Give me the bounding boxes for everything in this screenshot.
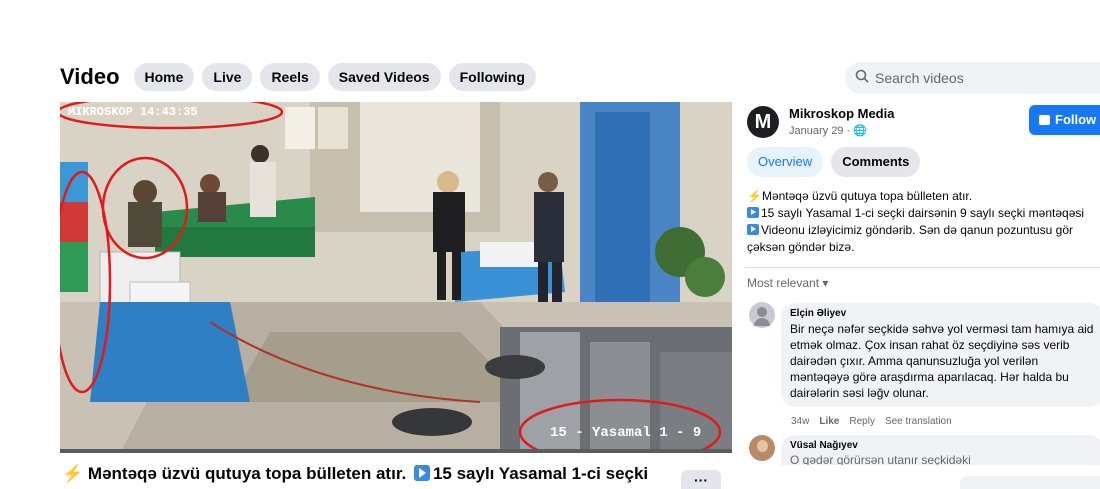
comment-author[interactable]: Vüsal Nağıyev <box>790 440 1094 451</box>
video-timestamp-overlay: MIKROSKOP 14:43:35 <box>68 105 198 119</box>
tab-comments[interactable]: Comments <box>831 147 921 177</box>
comment-text: Bir neçə nəfər seçkidə səhvə yol verməsi… <box>790 322 1094 400</box>
like-button[interactable]: Like <box>819 416 839 427</box>
top-bar <box>0 0 1100 60</box>
play-emoji-icon <box>413 465 430 481</box>
avatar[interactable] <box>749 302 775 328</box>
comment-sort-dropdown[interactable]: Most relevant ▾ <box>747 276 828 290</box>
tab-reels[interactable]: Reels <box>260 63 320 91</box>
comment-actions: 34w Like Reply See translation <box>791 416 962 427</box>
page-name-link[interactable]: Mikroskop Media <box>789 106 894 121</box>
tab-overview[interactable]: Overview <box>747 147 824 177</box>
follow-page-icon <box>1039 115 1050 125</box>
video-title-text-2: 15 saylı Yasamal 1-ci seçki <box>432 464 649 483</box>
comment-input-bar[interactable] <box>960 476 1100 489</box>
avatar[interactable] <box>749 435 775 461</box>
follow-button[interactable]: Follow <box>1029 105 1100 135</box>
post-panel: M Mikroskop Media January 29 · 🌐 Follow … <box>745 100 1100 489</box>
comment-text: O qədər görürsən utanır seçkidəki <box>790 453 971 465</box>
description-line: çəksən göndər bizə. <box>747 240 855 254</box>
more-options-button[interactable]: ··· <box>681 470 721 489</box>
video-player[interactable]: MIKROSKOP 14:43:35 15 - Yasamal 1 - 9 <box>60 102 732 453</box>
video-title: ⚡ Məntəqə üzvü qutuya topa bülleten atır… <box>62 464 648 484</box>
description-line: Məntəqə üzvü qutuya topa bülleten atır. <box>761 189 973 203</box>
video-frame: MIKROSKOP 14:43:35 15 - Yasamal 1 - 9 <box>60 102 732 453</box>
comment-time[interactable]: 34w <box>791 416 809 427</box>
page-title: Video <box>60 64 120 89</box>
tab-live[interactable]: Live <box>202 63 253 91</box>
comment-author[interactable]: Elçin Əliyev <box>790 308 1094 319</box>
video-progress-bar[interactable] <box>60 449 732 453</box>
page-avatar[interactable]: M <box>747 106 779 138</box>
comment-bubble: Vüsal Nağıyev O qədər görürsən utanır se… <box>781 435 1100 465</box>
search-input[interactable] <box>875 70 1095 86</box>
search-icon <box>855 69 869 88</box>
video-location-overlay: 15 - Yasamal 1 - 9 <box>550 425 701 441</box>
post-description: ⚡Məntəqə üzvü qutuya topa bülleten atır.… <box>747 188 1100 256</box>
tab-following[interactable]: Following <box>448 63 536 91</box>
description-line: Videonu izləyicimiz göndərib. Sən də qan… <box>761 223 1073 237</box>
reply-button[interactable]: Reply <box>849 416 875 427</box>
tab-home[interactable]: Home <box>133 63 195 91</box>
comment-bubble: Elçin Əliyev Bir neçə nəfər seçkidə səhv… <box>781 303 1100 407</box>
video-title-text: Məntəqə üzvü qutuya topa bülleten atır. <box>87 464 407 483</box>
play-emoji-icon <box>747 207 759 218</box>
follow-label: Follow <box>1055 112 1097 127</box>
play-emoji-icon <box>747 224 759 235</box>
search-bar[interactable] <box>845 62 1100 94</box>
see-translation-link[interactable]: See translation <box>885 416 952 427</box>
flash-icon: ⚡ <box>62 464 84 483</box>
flash-icon: ⚡ <box>747 189 762 203</box>
tab-saved-videos[interactable]: Saved Videos <box>327 63 441 91</box>
post-date[interactable]: January 29 · 🌐 <box>789 124 867 137</box>
panel-tabs: Overview Comments <box>747 147 928 177</box>
video-header: Video Home Live Reels Saved Videos Follo… <box>60 62 544 92</box>
divider <box>745 267 1100 268</box>
description-line: 15 saylı Yasamal 1-ci seçki dairsənin 9 … <box>761 206 1085 220</box>
